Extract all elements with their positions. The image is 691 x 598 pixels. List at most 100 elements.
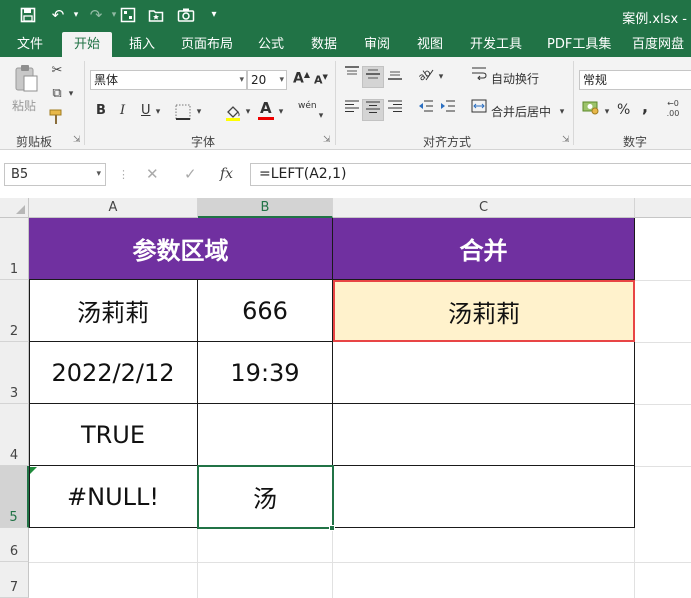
- name-box-value: B5: [11, 167, 29, 182]
- undo-dropdown-icon[interactable]: ▾: [66, 4, 86, 26]
- merge-dropdown-icon[interactable]: ▾: [557, 103, 567, 121]
- increase-indent-icon[interactable]: [437, 99, 459, 121]
- column-header-a[interactable]: A: [29, 198, 198, 218]
- cell-a5[interactable]: #NULL!: [29, 466, 198, 528]
- row-header-2[interactable]: 2: [0, 280, 29, 342]
- cell-c4[interactable]: [333, 404, 635, 466]
- tab-baidu-netdisk[interactable]: 百度网盘: [632, 36, 684, 54]
- fill-color-dropdown-icon[interactable]: ▾: [243, 103, 253, 121]
- cell-b4[interactable]: [198, 404, 333, 466]
- worksheet-grid[interactable]: A B C 1 2 3 4 5 6 7 参数区域 合并 汤莉莉 666 汤莉莉 …: [0, 198, 691, 598]
- clipboard-launcher-icon[interactable]: ⇲: [73, 135, 81, 145]
- align-bottom-icon[interactable]: [384, 66, 406, 88]
- font-color-button[interactable]: A: [258, 99, 274, 120]
- currency-icon[interactable]: [580, 99, 602, 121]
- row-header-7[interactable]: 7: [0, 562, 29, 598]
- align-left-icon[interactable]: [341, 99, 363, 121]
- row-header-5[interactable]: 5: [0, 466, 29, 528]
- orientation-icon[interactable]: ab: [415, 66, 437, 88]
- format-painter-icon[interactable]: [46, 106, 68, 128]
- insert-function-icon[interactable]: fx: [220, 163, 233, 186]
- percent-button[interactable]: %: [617, 102, 630, 118]
- tab-data[interactable]: 数据: [311, 36, 337, 54]
- row-header-4[interactable]: 4: [0, 404, 29, 466]
- cell-c5[interactable]: [333, 466, 635, 528]
- name-box[interactable]: B5 ▾: [4, 163, 106, 186]
- phonetic-dropdown-icon[interactable]: ▾: [316, 107, 326, 125]
- tab-page-layout[interactable]: 页面布局: [181, 36, 233, 54]
- cell-c1[interactable]: 合并: [333, 218, 635, 280]
- underline-dropdown-icon[interactable]: ▾: [153, 103, 163, 121]
- font-size-combo[interactable]: 20 ▾: [247, 70, 287, 90]
- cell-b3[interactable]: 19:39: [198, 342, 333, 404]
- cancel-icon[interactable]: ✕: [146, 163, 159, 186]
- column-header-d[interactable]: [635, 198, 691, 218]
- number-format-combo[interactable]: 常规: [579, 70, 691, 90]
- column-header-b[interactable]: B: [198, 198, 333, 218]
- save-icon[interactable]: [18, 4, 38, 26]
- tab-pdf-tools[interactable]: PDF工具集: [547, 36, 611, 54]
- row-header-6[interactable]: 6: [0, 528, 29, 562]
- align-center-icon[interactable]: [362, 99, 384, 121]
- italic-button[interactable]: I: [120, 103, 125, 118]
- cell-c3[interactable]: [333, 342, 635, 404]
- font-launcher-icon[interactable]: ⇲: [323, 135, 331, 145]
- select-all-button[interactable]: [0, 198, 29, 218]
- enter-icon[interactable]: ✓: [184, 163, 197, 186]
- form-icon[interactable]: [118, 4, 138, 26]
- row-header-3[interactable]: 3: [0, 342, 29, 404]
- tab-file[interactable]: 文件: [17, 36, 43, 54]
- cell-a4[interactable]: TRUE: [29, 404, 198, 466]
- column-header-c[interactable]: C: [333, 198, 635, 218]
- shrink-font-button[interactable]: A▼: [314, 73, 328, 87]
- font-color-dropdown-icon[interactable]: ▾: [276, 103, 286, 121]
- gridline: [635, 280, 691, 281]
- tab-insert[interactable]: 插入: [129, 36, 155, 54]
- align-right-icon[interactable]: [384, 99, 406, 121]
- comma-button[interactable]: ,: [642, 97, 648, 116]
- redo-icon[interactable]: ↷: [86, 4, 106, 26]
- borders-dropdown-icon[interactable]: ▾: [194, 103, 204, 121]
- align-top-icon[interactable]: [341, 66, 363, 88]
- decrease-indent-icon[interactable]: [415, 99, 437, 121]
- tab-review[interactable]: 审阅: [364, 36, 390, 54]
- tab-formulas[interactable]: 公式: [258, 36, 284, 54]
- copy-dropdown-icon[interactable]: ▾: [66, 83, 76, 105]
- alignment-launcher-icon[interactable]: ⇲: [562, 135, 570, 145]
- underline-button[interactable]: U: [141, 103, 151, 118]
- wrap-text-icon[interactable]: [468, 66, 490, 88]
- merge-center-button[interactable]: 合并后居中: [491, 103, 551, 120]
- row-header-1[interactable]: 1: [0, 218, 29, 280]
- star-folder-icon[interactable]: [146, 4, 166, 26]
- formula-input[interactable]: =LEFT(A2,1): [250, 163, 691, 186]
- grow-font-button[interactable]: A▲: [293, 70, 310, 87]
- cell-a3[interactable]: 2022/2/12: [29, 342, 198, 404]
- tab-view[interactable]: 视图: [417, 36, 443, 54]
- cell-a1-merged[interactable]: 参数区域: [29, 218, 333, 280]
- bold-button[interactable]: B: [96, 103, 106, 118]
- customize-toolbar-icon[interactable]: ▾: [204, 4, 224, 26]
- camera-icon[interactable]: [176, 4, 196, 26]
- orientation-dropdown-icon[interactable]: ▾: [436, 66, 446, 88]
- phonetic-button[interactable]: wén: [298, 101, 317, 111]
- merge-center-icon[interactable]: [468, 99, 490, 121]
- paste-button[interactable]: 粘贴: [12, 97, 36, 114]
- cell-a2[interactable]: 汤莉莉: [29, 280, 198, 342]
- align-middle-icon[interactable]: [362, 66, 384, 88]
- fill-handle[interactable]: [329, 525, 335, 531]
- borders-icon[interactable]: [172, 101, 194, 123]
- tab-developer[interactable]: 开发工具: [470, 36, 522, 54]
- cell-c2[interactable]: 汤莉莉: [333, 280, 635, 342]
- cut-icon[interactable]: ✂: [46, 60, 68, 82]
- fill-color-icon[interactable]: [222, 101, 244, 123]
- paste-icon[interactable]: [12, 63, 40, 93]
- undo-icon[interactable]: ↶: [48, 4, 68, 26]
- cell-b5[interactable]: 汤: [198, 466, 333, 528]
- font-name-combo[interactable]: 黑体 ▾: [90, 70, 247, 90]
- cell-b2[interactable]: 666: [198, 280, 333, 342]
- tab-home[interactable]: 开始: [62, 32, 113, 57]
- wrap-text-button[interactable]: 自动换行: [491, 70, 539, 87]
- currency-dropdown-icon[interactable]: ▾: [602, 103, 612, 121]
- copy-icon[interactable]: ⧉: [46, 83, 68, 105]
- increase-decimal-icon[interactable]: ←0.00: [660, 99, 686, 121]
